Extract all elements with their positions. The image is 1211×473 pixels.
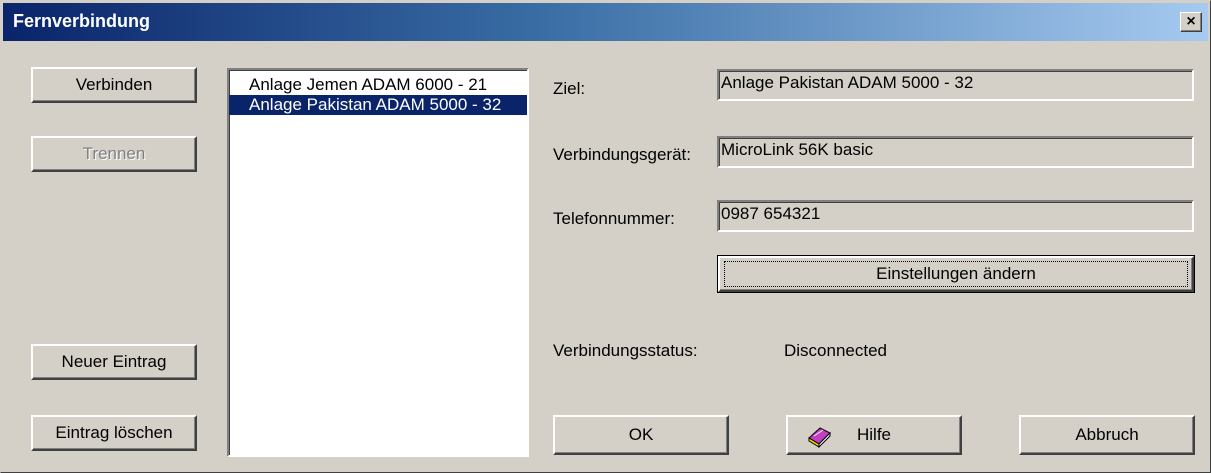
new-entry-button[interactable]: Neuer Eintrag: [31, 344, 197, 380]
close-icon: ×: [1186, 13, 1196, 30]
change-settings-button-label: Einstellungen ändern: [876, 264, 1036, 283]
connection-list[interactable]: Anlage Jemen ADAM 6000 - 21 Anlage Pakis…: [227, 68, 529, 457]
ok-button-label: OK: [628, 425, 654, 444]
help-book-icon: [808, 427, 831, 448]
new-entry-button-label: Neuer Eintrag: [61, 352, 167, 371]
list-item[interactable]: Anlage Jemen ADAM 6000 - 21: [229, 75, 527, 95]
target-label: Ziel:: [553, 79, 586, 98]
delete-entry-button[interactable]: Eintrag löschen: [31, 415, 197, 451]
target-field: Anlage Pakistan ADAM 5000 - 32: [717, 69, 1194, 101]
help-button[interactable]: Hilfe: [786, 415, 962, 455]
device-label: Verbindungsgerät:: [553, 145, 691, 164]
help-button-label: Hilfe: [856, 425, 891, 444]
disconnect-button[interactable]: Trennen: [31, 136, 197, 172]
change-settings-button[interactable]: Einstellungen ändern: [717, 255, 1195, 293]
device-field: MicroLink 56K basic: [717, 136, 1194, 168]
cancel-button-label: Abbruch: [1075, 425, 1139, 444]
status-value: Disconnected: [784, 341, 888, 360]
phone-label: Telefonnummer:: [553, 209, 675, 228]
disconnect-button-label: Trennen: [82, 144, 146, 163]
status-label: Verbindungsstatus:: [553, 341, 698, 360]
cancel-button[interactable]: Abbruch: [1019, 415, 1195, 455]
phone-field: 0987 654321: [717, 200, 1194, 232]
connect-button[interactable]: Verbinden: [31, 67, 197, 103]
ok-button[interactable]: OK: [553, 415, 729, 455]
dialog-window: Fernverbindung × Verbinden Trennen Neuer…: [0, 0, 1211, 473]
connect-button-label: Verbinden: [75, 75, 153, 94]
close-button[interactable]: ×: [1180, 12, 1202, 32]
title-bar[interactable]: Fernverbindung ×: [3, 3, 1208, 41]
delete-entry-button-label: Eintrag löschen: [55, 423, 173, 442]
window-title: Fernverbindung: [13, 11, 151, 31]
list-item-selected[interactable]: Anlage Pakistan ADAM 5000 - 32: [229, 95, 527, 115]
